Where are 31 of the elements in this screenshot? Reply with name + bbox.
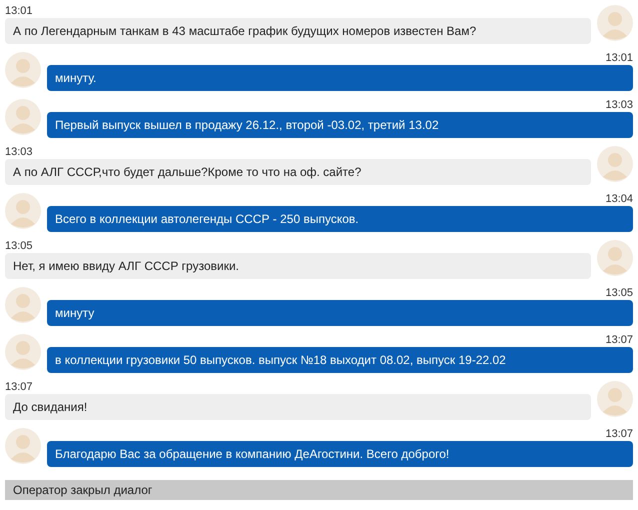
avatar-icon (5, 99, 41, 135)
message-bubble: Первый выпуск вышел в продажу 26.12., второй -03.02, третий 13.02 (47, 112, 633, 138)
message-time: 13:07 (605, 428, 633, 441)
message-bubble: минуту. (47, 65, 633, 91)
message-time: 13:03 (5, 146, 33, 159)
avatar-icon (597, 146, 633, 182)
message-time: 13:07 (605, 334, 633, 347)
avatar-icon (5, 52, 41, 88)
message-bubble: А по Легендарным танкам в 43 масштабе график будущих номеров известен Вам? (5, 18, 591, 44)
message-time: 13:04 (605, 193, 633, 206)
message-time: 13:03 (605, 99, 633, 112)
message-time: 13:01 (5, 5, 33, 18)
message-bubble: Благодарю Вас за обращение в компанию ДеАгостини. Всего доброго! (47, 441, 633, 467)
avatar-icon (597, 240, 633, 276)
avatar-icon (5, 193, 41, 229)
avatar-icon (5, 428, 41, 464)
avatar-icon (597, 5, 633, 41)
message-bubble: Нет, я имею ввиду АЛГ СССР грузовики. (5, 253, 591, 279)
status-bar: Оператор закрыл диалог (5, 480, 633, 500)
message-time: 13:05 (605, 287, 633, 300)
message-time: 13:05 (5, 240, 33, 253)
message-bubble: До свидания! (5, 394, 591, 420)
avatar-icon (5, 334, 41, 370)
message-bubble: А по АЛГ СССР,что будет дальше?Кроме то что на оф. сайте? (5, 159, 591, 185)
message-bubble: минуту (47, 300, 633, 326)
avatar-icon (5, 287, 41, 323)
message-bubble: Всего в коллекции автолегенды СССР - 250 выпусков. (47, 206, 633, 232)
message-time: 13:01 (605, 52, 633, 65)
message-time: 13:07 (5, 381, 33, 394)
avatar-icon (597, 381, 633, 417)
message-bubble: в коллекции грузовики 50 выпусков. выпуск №18 выходит 08.02, выпуск 19-22.02 (47, 347, 633, 373)
